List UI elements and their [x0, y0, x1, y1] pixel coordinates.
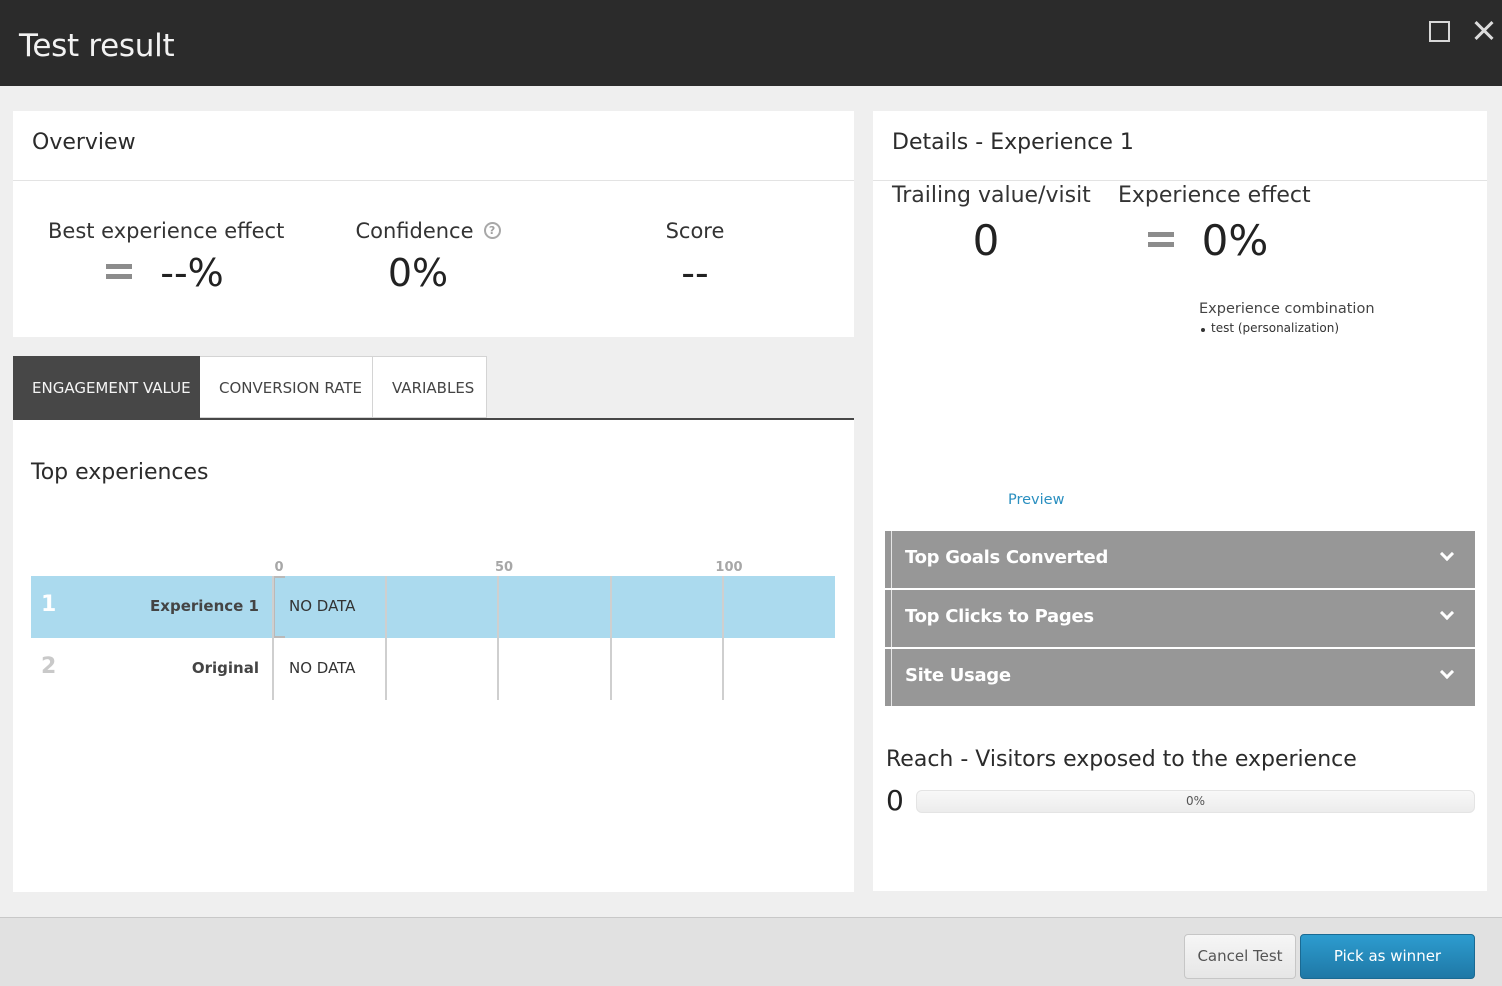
reach-count: 0: [886, 784, 904, 817]
metric-value: 0%: [387, 251, 449, 295]
best-experience-effect-metric: Best experience effect --%: [48, 219, 285, 295]
accordion-label: Top Goals Converted: [905, 547, 1109, 568]
metric-value: --%: [160, 251, 224, 295]
metric-label: Best experience effect: [48, 219, 285, 243]
score-metric: Score --: [635, 219, 755, 295]
preview-link[interactable]: Preview: [1008, 492, 1064, 508]
tick-label: 0: [274, 560, 284, 575]
metric-value: 0: [972, 216, 1000, 265]
value-label: NO DATA: [289, 659, 356, 677]
rank-label: 1: [41, 592, 57, 617]
details-panel: Details - Experience 1 Trailing value/vi…: [873, 111, 1487, 891]
chevron-down-icon: [1439, 605, 1455, 621]
experience-row[interactable]: 2 Original NO DATA: [31, 638, 835, 700]
equals-icon: [1147, 232, 1174, 247]
pick-as-winner-button[interactable]: Pick as winner: [1300, 934, 1475, 979]
accordion-top-clicks-to-pages[interactable]: Top Clicks to Pages: [885, 590, 1475, 647]
overview-title: Overview: [13, 111, 854, 181]
reach-progress-bar: 0%: [916, 790, 1475, 813]
title-bar: Test result: [0, 0, 1502, 86]
dialog-footer: Cancel Test Pick as winner: [0, 917, 1502, 986]
accordion-top-goals-converted[interactable]: Top Goals Converted: [885, 531, 1475, 588]
tab-engagement-value[interactable]: ENGAGEMENT VALUE: [13, 356, 200, 418]
overview-panel: Overview Best experience effect --% Conf…: [13, 111, 854, 337]
rank-label: 2: [41, 654, 57, 679]
equals-icon: [106, 264, 133, 279]
reach-title: Reach - Visitors exposed to the experien…: [886, 747, 1357, 772]
help-icon[interactable]: ?: [483, 221, 501, 239]
combination-list: test (personalization): [1199, 321, 1375, 335]
metric-label: Score: [665, 219, 725, 243]
experience-name: Original: [191, 659, 259, 677]
chevron-down-icon: [1439, 546, 1455, 562]
metric-label: Experience effect: [1118, 183, 1311, 208]
combination-label: Experience combination: [1199, 301, 1375, 317]
accordion-label: Top Clicks to Pages: [905, 606, 1094, 627]
maximize-icon[interactable]: [1426, 18, 1452, 44]
tab-bar: ENGAGEMENT VALUE CONVERSION RATE VARIABL…: [13, 356, 487, 418]
close-icon[interactable]: [1471, 18, 1497, 44]
tab-variables[interactable]: VARIABLES: [373, 356, 487, 418]
tab-conversion-rate[interactable]: CONVERSION RATE: [200, 356, 373, 418]
experience-effect-metric: Experience effect 0%: [1118, 183, 1311, 265]
tick-label: 50: [494, 560, 514, 575]
combination-item: test (personalization): [1201, 321, 1375, 335]
experience-name: Experience 1: [150, 597, 259, 615]
gridline: [272, 576, 274, 700]
accordion-label: Site Usage: [905, 665, 1011, 686]
gridline: [722, 576, 724, 700]
metric-label: Trailing value/visit: [892, 183, 1091, 208]
cancel-test-button[interactable]: Cancel Test: [1184, 934, 1296, 979]
gridline: [609, 576, 612, 700]
metric-label: Confidence: [355, 219, 474, 243]
window-title: Test result: [19, 28, 175, 64]
details-title: Details - Experience 1: [873, 111, 1487, 181]
results-panel: ENGAGEMENT VALUE CONVERSION RATE VARIABL…: [13, 356, 854, 892]
experience-combination: Experience combination test (personaliza…: [1199, 301, 1375, 335]
confidence-metric: Confidence? 0%: [348, 219, 508, 295]
chevron-down-icon: [1439, 664, 1455, 680]
metric-value: 0%: [1201, 216, 1269, 265]
top-experiences-title: Top experiences: [31, 460, 209, 485]
experience-row[interactable]: 1 Experience 1 NO DATA: [31, 576, 835, 638]
trailing-value-metric: Trailing value/visit 0: [892, 183, 1091, 265]
gridline: [384, 576, 387, 700]
bar-bracket: [273, 576, 285, 638]
metric-value: --: [681, 251, 709, 295]
accordion-site-usage[interactable]: Site Usage: [885, 649, 1475, 706]
tick-label: 100: [715, 560, 743, 575]
reach-percent-label: 0%: [1185, 794, 1206, 808]
gridline: [497, 576, 499, 700]
value-label: NO DATA: [289, 597, 356, 615]
top-experiences-chart: Top experiences 0 50 100 1 Experience 1 NO…: [13, 420, 854, 892]
